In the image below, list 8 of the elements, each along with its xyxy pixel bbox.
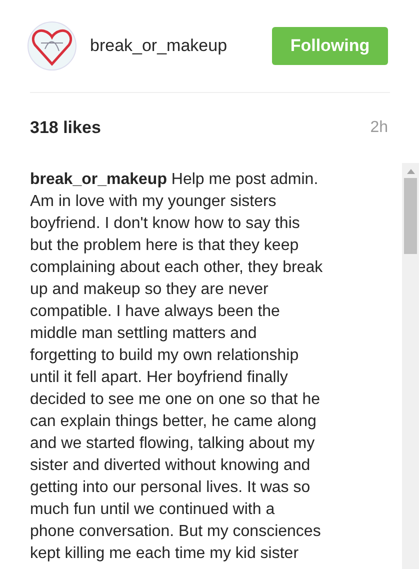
scrollbar-thumb[interactable] (404, 178, 417, 254)
scrollbar[interactable] (402, 163, 419, 569)
likes-count[interactable]: 318 likes (30, 115, 101, 141)
username[interactable]: break_or_makeup (90, 33, 228, 59)
post-time: 2h (370, 118, 388, 138)
scroll-up-icon[interactable] (406, 168, 414, 174)
caption-text: break_or_makeup Help me post admin. Am in love with my younger sisters boyfriend. I don't know how to say this but the problem here is that they keep complaining about each other, they break up and makeup so they are never compatible. I have always been the middle man settling matters and forgetting to build my own relationship until it fell apart. Her boyfriend finally decided to see me one on one so that he can explain things better, he came along and we started flowing, talking about my sister and diverted without knowing and getting into our personal lives. It was so much fun until we continued with a phone conversation. But my consciences kept killing me each time my kid sister (29, 170, 324, 564)
avatar-heart-logo (27, 21, 77, 71)
